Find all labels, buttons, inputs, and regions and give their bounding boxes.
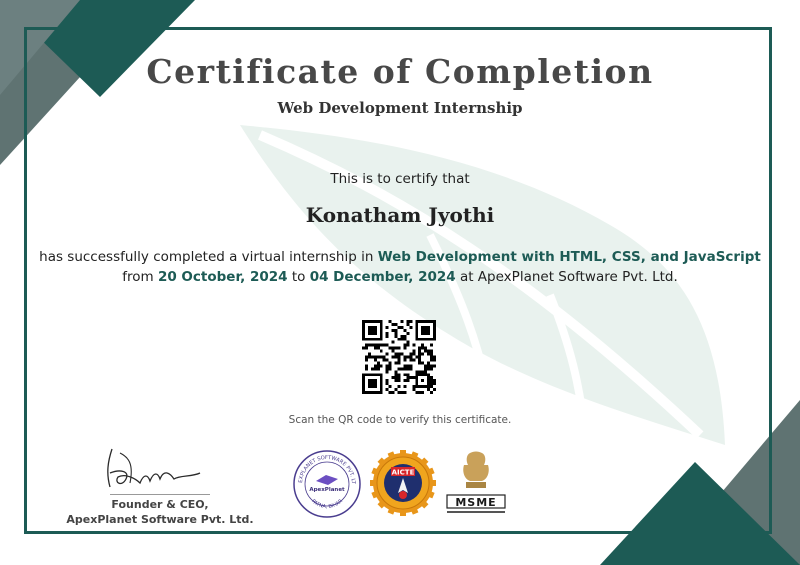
line2-suffix: at ApexPlanet Software Pvt. Ltd. <box>459 269 678 285</box>
completion-line-1: has successfully completed a virtual int… <box>0 249 800 265</box>
course-name: Web Development with HTML, CSS, and Java… <box>377 249 761 265</box>
end-date: 04 December, 2024 <box>309 269 456 285</box>
scan-note: Scan the QR code to verify this certific… <box>288 414 512 426</box>
certificate-subtitle: Web Development Internship <box>277 99 523 117</box>
founder-role: Founder & CEO, <box>111 498 209 511</box>
verification-qr-code[interactable] <box>362 320 436 394</box>
certify-intro-text: This is to certify that <box>330 171 470 187</box>
apexplanet-seal-logo: APEXPLANET SOFTWARE PVT. LTD. PATNA, BIH… <box>292 449 361 518</box>
start-date: 20 October, 2024 <box>157 269 288 285</box>
leaf-watermark <box>240 125 725 445</box>
aicte-logo: AICTE <box>370 450 436 516</box>
founder-signature <box>107 448 201 488</box>
line1-prefix: has successfully completed a virtual int… <box>39 249 374 265</box>
msme-label: MSME <box>455 496 496 509</box>
apex-seal-center-text: ApexPlanet <box>309 487 345 493</box>
recipient-name: Konatham Jyothi <box>305 203 495 227</box>
completion-line-2: from 20 October, 2024 to 04 December, 20… <box>0 269 800 285</box>
line2-to: to <box>291 269 306 285</box>
founder-caption: Founder & CEO, ApexPlanet Software Pvt. … <box>60 497 260 527</box>
certificate-title: Certificate of Completion <box>146 52 654 91</box>
msme-emblem-logo: MSME <box>446 451 506 513</box>
aicte-label: AICTE <box>392 469 415 477</box>
line2-from: from <box>122 269 154 285</box>
founder-company: ApexPlanet Software Pvt. Ltd. <box>66 513 254 526</box>
signature-line <box>110 494 210 495</box>
